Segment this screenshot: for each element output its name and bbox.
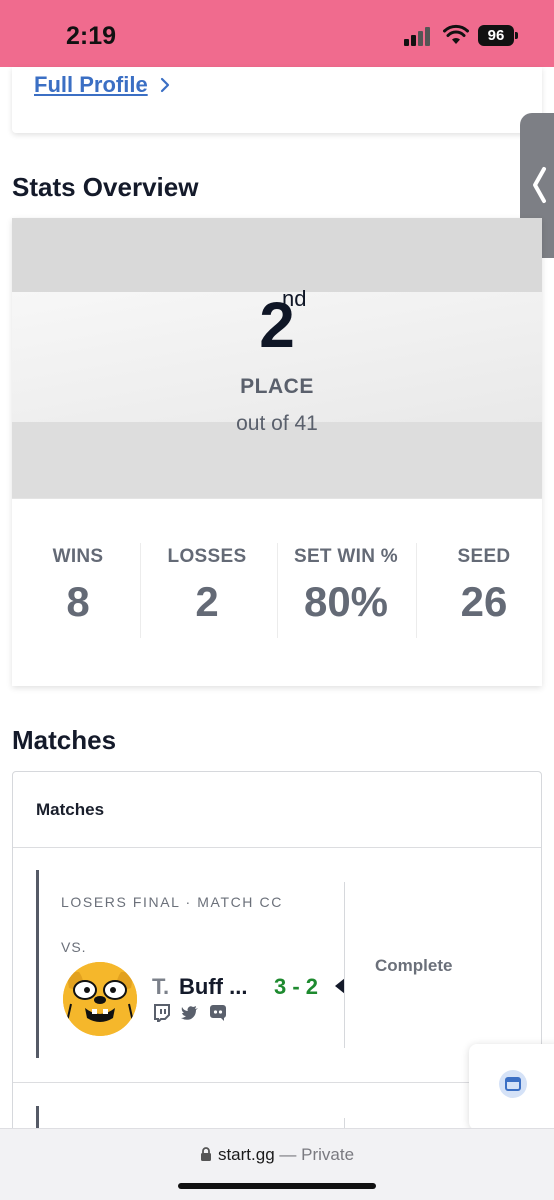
floating-widget-button[interactable]	[469, 1044, 554, 1130]
stat-wins: WINS 8	[12, 518, 144, 638]
match-round: LOSERS FINAL · MATCH CC	[61, 894, 283, 910]
stats-card: 2 nd PLACE out of 41 WINS 8 LOSSES 2 SET…	[12, 218, 542, 686]
opponent-name[interactable]: Buff ...	[179, 974, 247, 1000]
placement-banner: 2 nd PLACE out of 41	[12, 218, 542, 498]
stat-label: WINS	[52, 546, 104, 567]
stats-overview-title: Stats Overview	[12, 172, 199, 202]
status-bar: 2:19 96	[0, 0, 554, 67]
browser-address-bar[interactable]: start.gg — Private	[0, 1128, 554, 1200]
match-status: Complete	[375, 956, 453, 975]
home-indicator[interactable]	[178, 1183, 376, 1189]
discord-icon[interactable]	[209, 1004, 227, 1022]
status-time: 2:19	[66, 22, 117, 50]
wifi-icon	[443, 24, 469, 44]
private-mode-label: — Private	[279, 1145, 355, 1164]
stat-value: 26	[460, 578, 508, 625]
battery-indicator: 96	[478, 25, 518, 46]
matches-title: Matches	[12, 725, 117, 755]
lock-icon	[200, 1147, 211, 1161]
stat-losses: LOSSES 2	[141, 518, 273, 638]
chevron-right-icon	[160, 77, 170, 93]
placement-suffix: nd	[282, 286, 307, 311]
match-vs-label: VS.	[61, 939, 87, 955]
cellular-signal-icon	[404, 26, 434, 46]
stat-value: 8	[66, 578, 90, 625]
match-score: 3 - 2	[274, 974, 319, 999]
full-profile-link[interactable]: Full Profile	[34, 72, 148, 98]
stat-label: LOSSES	[167, 546, 247, 567]
stat-seed: SEED 26	[418, 518, 550, 638]
twitch-icon[interactable]	[153, 1004, 171, 1022]
placement-out-of: out of 41	[236, 412, 318, 435]
twitter-icon[interactable]	[181, 1004, 199, 1022]
chevron-left-icon	[533, 167, 546, 203]
stat-set-win-pct: SET WIN % 80%	[280, 518, 412, 638]
matches-card-header: Matches	[36, 800, 105, 819]
url-domain: start.gg	[217, 1145, 275, 1164]
placement-number: 2	[259, 289, 295, 361]
dog-avatar-icon	[63, 962, 137, 1036]
window-icon	[499, 1070, 527, 1098]
stat-label: SEED	[457, 546, 511, 567]
placement-label: PLACE	[240, 375, 314, 398]
stat-value: 2	[195, 578, 219, 625]
profile-card: Full Profile	[12, 67, 542, 133]
url-display[interactable]: start.gg — Private	[0, 1145, 554, 1165]
opponent-prefix: T.	[152, 974, 170, 999]
opponent-avatar[interactable]	[63, 962, 137, 1036]
stat-value: 80%	[303, 578, 389, 625]
stat-label: SET WIN %	[293, 546, 399, 567]
